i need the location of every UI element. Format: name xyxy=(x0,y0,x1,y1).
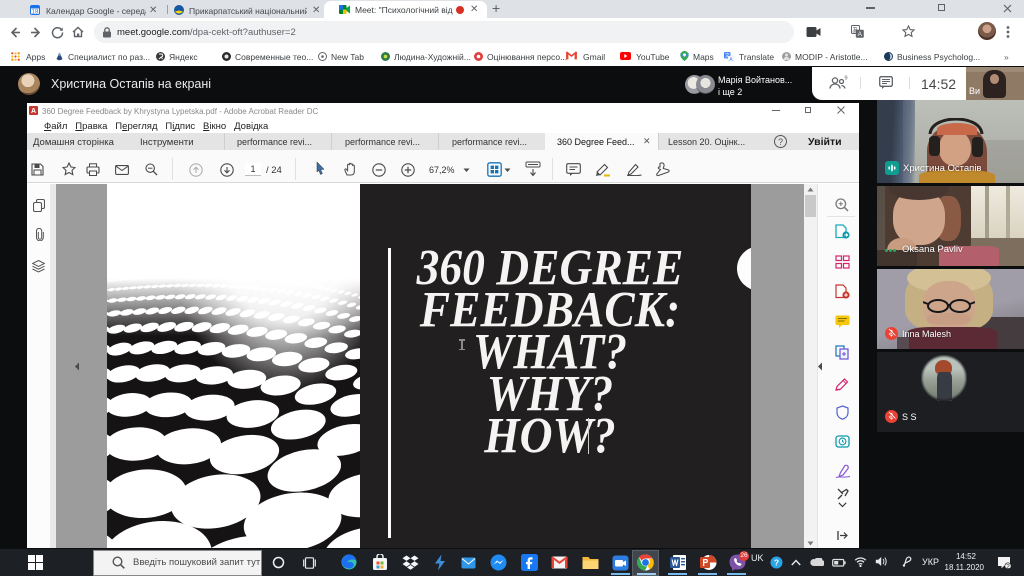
svg-text:A: A xyxy=(858,31,863,38)
svg-text:?: ? xyxy=(774,558,779,568)
svg-text:A: A xyxy=(31,108,36,115)
svg-text:9: 9 xyxy=(845,76,848,82)
svg-text:2: 2 xyxy=(1006,563,1010,569)
svg-text:18: 18 xyxy=(32,10,39,15)
